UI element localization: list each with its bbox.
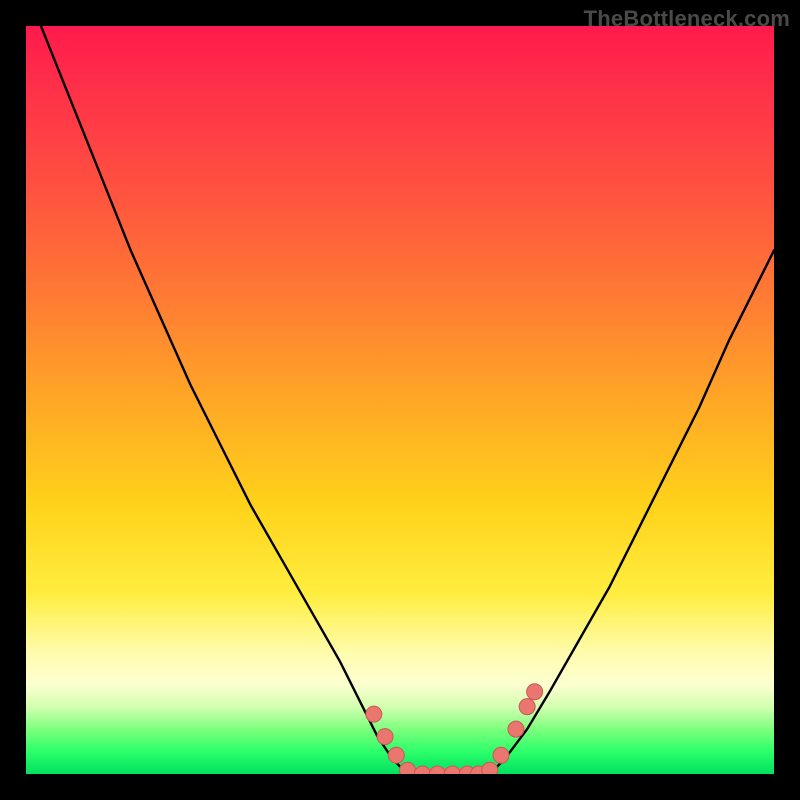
- marker-dot: [508, 721, 524, 737]
- marker-dot: [519, 699, 535, 715]
- marker-dot: [527, 684, 543, 700]
- watermark-text: TheBottleneck.com: [584, 6, 790, 32]
- chart-svg: [26, 26, 774, 774]
- chart-plot-area: [26, 26, 774, 774]
- marker-dot: [414, 766, 430, 774]
- marker-dot: [471, 766, 487, 774]
- marker-dot: [399, 762, 415, 774]
- chart-frame: TheBottleneck.com: [0, 0, 800, 800]
- marker-dot: [459, 766, 475, 774]
- marker-dot: [377, 729, 393, 745]
- marker-dot: [429, 766, 445, 774]
- marker-dot: [444, 766, 460, 774]
- highlight-markers: [366, 684, 543, 774]
- bottleneck-curve: [41, 26, 774, 774]
- marker-dot: [366, 706, 382, 722]
- marker-dot: [482, 762, 498, 774]
- marker-dot: [388, 747, 404, 763]
- marker-dot: [493, 747, 509, 763]
